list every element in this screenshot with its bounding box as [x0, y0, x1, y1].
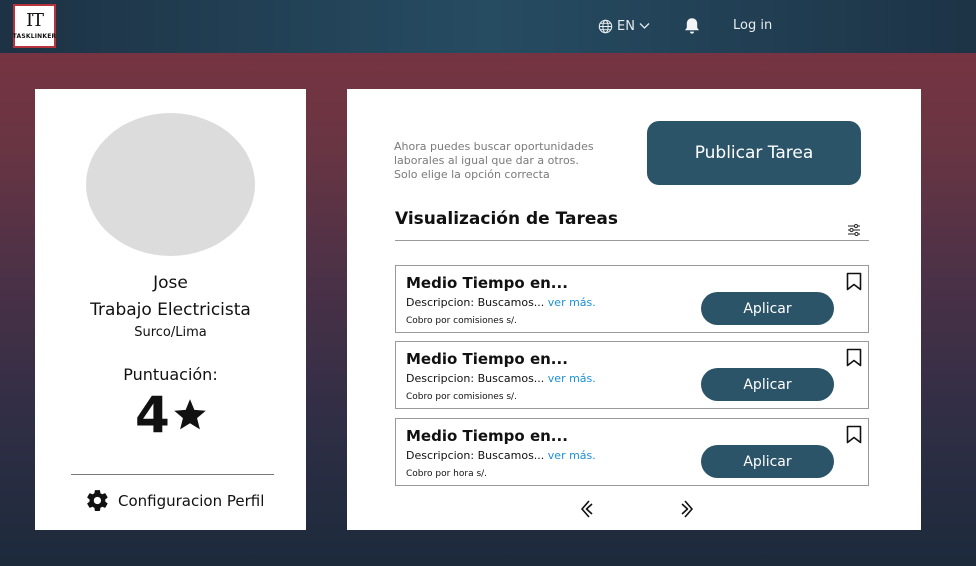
- promo-line: laborales al igual que dar a otros.: [394, 154, 579, 167]
- promo-line: Solo elige la opción correcta: [394, 168, 550, 181]
- task-description-text: Descripcion: Buscamos...: [406, 296, 545, 309]
- apply-button[interactable]: Aplicar: [701, 445, 834, 478]
- promo-line: Ahora puedes buscar oportunidades: [394, 140, 594, 153]
- sliders-icon[interactable]: [847, 223, 861, 237]
- profile-location: Surco/Lima: [134, 325, 207, 340]
- tasks-divider: [395, 240, 869, 241]
- profile-card: Jose Trabajo Electricista Surco/Lima Pun…: [35, 89, 306, 530]
- logo-text: TASKLINKER: [12, 33, 57, 40]
- task-title: Medio Tiempo en...: [406, 274, 568, 292]
- task-card: Medio Tiempo en... Descripcion: Buscamos…: [395, 341, 869, 409]
- globe-icon: [598, 19, 613, 33]
- score-value: 4: [135, 386, 170, 444]
- score-display: 4: [135, 386, 208, 444]
- profile-job: Trabajo Electricista: [90, 300, 251, 320]
- see-more-link[interactable]: ver más.: [548, 296, 596, 309]
- profile-settings-label: Configuracion Perfil: [118, 491, 265, 510]
- promo-text: Ahora puedes buscar oportunidades labora…: [394, 140, 604, 182]
- bookmark-icon[interactable]: [846, 425, 862, 444]
- app-logo[interactable]: IT TASKLINKER: [13, 4, 56, 48]
- task-card: Medio Tiempo en... Descripcion: Buscamos…: [395, 265, 869, 333]
- profile-divider: [71, 474, 274, 475]
- chevron-double-right-icon[interactable]: [679, 499, 695, 519]
- task-description-text: Descripcion: Buscamos...: [406, 372, 545, 385]
- score-label: Puntuación:: [123, 365, 218, 384]
- chevron-down-icon: [639, 23, 650, 29]
- star-icon: [174, 399, 206, 430]
- language-selector[interactable]: EN: [598, 17, 650, 35]
- bookmark-icon[interactable]: [846, 348, 862, 367]
- gear-icon: [87, 490, 108, 511]
- task-description: Descripcion: Buscamos... ver más.: [406, 372, 596, 385]
- task-payment: Cobro por comisiones s/.: [406, 392, 517, 402]
- see-more-link[interactable]: ver más.: [548, 449, 596, 462]
- see-more-link[interactable]: ver más.: [548, 372, 596, 385]
- top-bar: IT TASKLINKER EN Log in: [0, 0, 976, 53]
- profile-settings-link[interactable]: Configuracion Perfil: [85, 488, 264, 513]
- avatar[interactable]: [86, 113, 255, 256]
- logo-mark: IT: [25, 10, 44, 31]
- profile-name: Jose: [153, 273, 188, 293]
- tasks-title: Visualización de Tareas: [395, 209, 619, 229]
- task-title: Medio Tiempo en...: [406, 350, 568, 368]
- language-label: EN: [617, 18, 635, 34]
- task-card: Medio Tiempo en... Descripcion: Buscamos…: [395, 418, 869, 486]
- task-description-text: Descripcion: Buscamos...: [406, 449, 545, 462]
- apply-button[interactable]: Aplicar: [701, 292, 834, 325]
- task-description: Descripcion: Buscamos... ver más.: [406, 449, 596, 462]
- chevron-double-left-icon[interactable]: [579, 499, 595, 519]
- tasks-panel: Ahora puedes buscar oportunidades labora…: [347, 89, 921, 530]
- bell-icon[interactable]: [682, 16, 702, 36]
- bookmark-icon[interactable]: [846, 272, 862, 291]
- publish-task-button[interactable]: Publicar Tarea: [647, 121, 861, 185]
- task-payment: Cobro por hora s/.: [406, 469, 488, 479]
- task-title: Medio Tiempo en...: [406, 427, 568, 445]
- task-description: Descripcion: Buscamos... ver más.: [406, 296, 596, 309]
- task-payment: Cobro por comisiones s/.: [406, 316, 517, 326]
- apply-button[interactable]: Aplicar: [701, 368, 834, 401]
- login-link[interactable]: Log in: [733, 18, 772, 33]
